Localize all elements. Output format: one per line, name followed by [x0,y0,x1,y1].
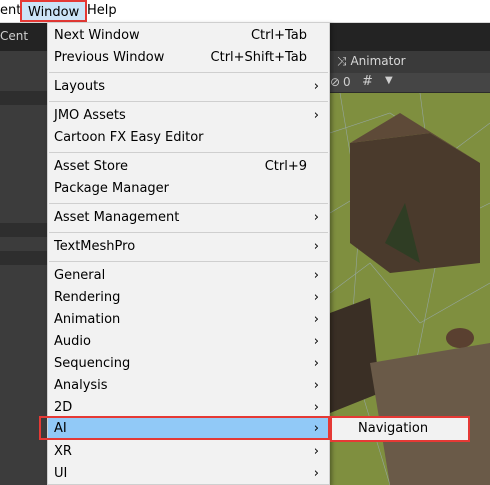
menu-component[interactable]: ent [0,0,21,22]
menu-item-label: Asset Management [54,210,180,225]
menu-item-label: Analysis [54,378,108,393]
menu-item-label: Previous Window [54,50,165,65]
menu-item-label: XR [54,444,72,459]
menu-item-label: Package Manager [54,181,170,196]
chevron-right-icon: › [313,79,319,94]
scene-count-label: 0 [343,75,351,89]
ai-submenu: Navigation [330,416,470,442]
menu-item-label: 2D [54,400,73,415]
hierarchy-row [0,91,52,105]
tab-animator-label: Animator [350,54,406,68]
menu-item-label: Cartoon FX Easy Editor [54,130,204,145]
dropdown-icon[interactable]: ▼ [385,75,393,86]
menu-item-package-manager[interactable]: Package Manager [48,178,329,200]
scene-toolbar [330,73,490,93]
chevron-right-icon: › [313,334,319,349]
menu-item-general[interactable]: General › [48,265,329,287]
chevron-right-icon: › [313,400,319,415]
menu-item-sequencing[interactable]: Sequencing › [48,353,329,375]
menu-item-label: TextMeshPro [54,239,136,254]
chevron-right-icon: › [313,210,319,225]
menu-item-layouts[interactable]: Layouts › [48,76,329,98]
menu-separator [49,203,328,204]
menu-item-shortcut: Ctrl+9 [264,159,307,174]
menu-item-label: UI [54,466,68,481]
tab-animator[interactable]: ⤨ Animator [337,54,406,69]
chevron-right-icon: › [313,378,319,393]
menu-item-audio[interactable]: Audio › [48,331,329,353]
menu-item-label: General [54,268,106,283]
menu-item-textmeshpro[interactable]: TextMeshPro › [48,236,329,258]
chevron-right-icon: › [313,444,319,459]
animator-icon: ⤨ [337,54,347,68]
menu-item-next-window[interactable]: Next Window Ctrl+Tab [48,25,329,47]
menu-item-label: AI [54,421,67,436]
chevron-right-icon: › [313,466,319,481]
window-menu-dropdown: Next Window Ctrl+Tab Previous Window Ctr… [47,22,330,485]
menu-item-label: Asset Store [54,159,129,174]
menu-item-label: Layouts [54,79,105,94]
menu-item-shortcut: Ctrl+Tab [250,28,307,43]
chevron-right-icon: › [313,268,319,283]
menu-help[interactable]: Help [87,0,117,22]
menu-item-cartoon-fx-easy-editor[interactable]: Cartoon FX Easy Editor [48,127,329,149]
menu-separator [49,152,328,153]
menu-item-ai[interactable]: AI › [48,418,329,440]
menu-item-label: Rendering [54,290,121,305]
menu-item-navigation[interactable]: Navigation [332,418,468,440]
toolbar-pivot-center-label[interactable]: Cent [0,29,28,43]
grid-icon[interactable]: # [362,74,373,89]
chevron-right-icon: › [313,290,319,305]
menu-item-analysis[interactable]: Analysis › [48,375,329,397]
menu-item-label: JMO Assets [54,108,126,123]
menu-item-shortcut: Ctrl+Shift+Tab [210,50,307,65]
chevron-right-icon: › [313,108,319,123]
hierarchy-row [0,251,52,265]
menu-item-rendering[interactable]: Rendering › [48,287,329,309]
menu-window[interactable]: Window [20,0,88,22]
menu-item-label: Next Window [54,28,140,43]
menu-item-asset-store[interactable]: Asset Store Ctrl+9 [48,156,329,178]
hierarchy-row [0,223,52,237]
menu-item-animation[interactable]: Animation › [48,309,329,331]
menu-item-ui[interactable]: UI › [48,463,329,485]
menubar: ent Window Help [0,0,490,23]
menu-separator [49,232,328,233]
menu-separator [49,72,328,73]
menu-separator [49,261,328,262]
menu-separator [49,101,328,102]
menu-item-label: Audio [54,334,91,349]
menu-item-asset-management[interactable]: Asset Management › [48,207,329,229]
menu-item-jmo-assets[interactable]: JMO Assets › [48,105,329,127]
menu-item-label: Sequencing [54,356,131,371]
menu-item-label: Navigation [358,421,429,436]
menu-item-previous-window[interactable]: Previous Window Ctrl+Shift+Tab [48,47,329,69]
menu-item-2d[interactable]: 2D › [48,397,329,419]
chevron-right-icon: › [313,239,319,254]
chevron-right-icon: › [313,421,319,436]
hierarchy-panel [0,51,52,485]
chevron-right-icon: › [313,312,319,327]
visibility-off-icon[interactable]: ⊘ [330,75,340,89]
menu-item-xr[interactable]: XR › [48,441,329,463]
chevron-right-icon: › [313,356,319,371]
menu-item-label: Animation [54,312,121,327]
